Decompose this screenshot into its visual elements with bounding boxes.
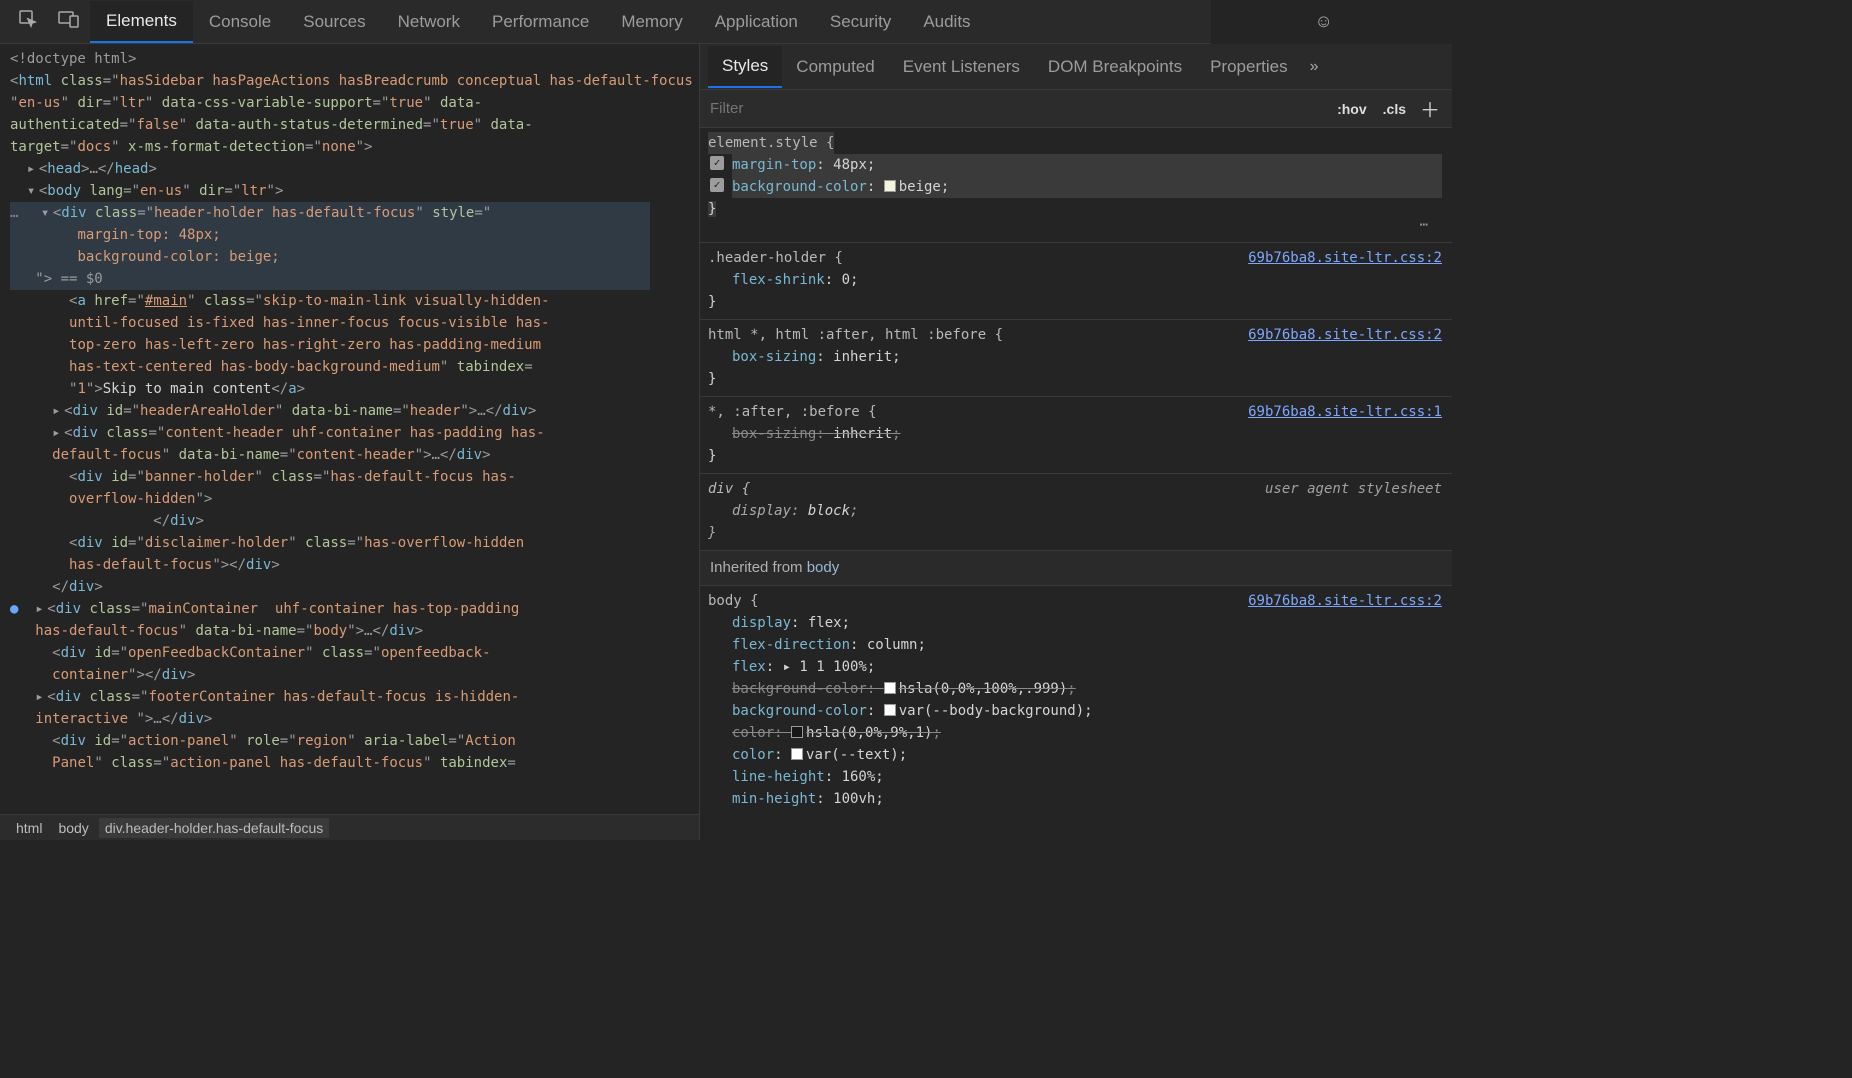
selector-text: element.style { [708,132,834,154]
selector-text: *, :after, :before { [708,401,877,423]
more-tabs-icon[interactable]: » [1302,58,1327,76]
doctype-node[interactable]: <!doctype html> [10,51,136,67]
css-property[interactable]: min-height: 100vh; [732,788,1442,810]
selector-text: body { [708,590,759,612]
color-swatch[interactable] [884,180,896,192]
css-property-overridden[interactable]: box-sizing: inherit; [732,423,1442,445]
feedback-icon[interactable]: ☺ [1314,11,1332,32]
inherited-from-header: Inherited from body [700,550,1452,585]
tab-security[interactable]: Security [814,2,907,42]
tab-performance[interactable]: Performance [476,2,605,42]
device-toggle-icon[interactable] [48,4,90,39]
css-rule[interactable]: *, :after, :before { 69b76ba8.site-ltr.cs… [700,396,1452,473]
property-checkbox[interactable]: ✓ [710,156,724,170]
css-property[interactable]: background-color: var(--body-background)… [732,700,1442,722]
selector-text: .header-holder { [708,247,843,269]
more-icon[interactable]: ⋯ [708,214,1442,236]
tab-audits[interactable]: Audits [907,2,986,42]
expand-toggle[interactable] [52,422,64,444]
sidebar-tab-bar: Styles Computed Event Listeners DOM Brea… [700,44,1452,90]
css-property-overridden[interactable]: color: hsla(0,0%,9%,1); [732,722,1442,744]
css-property[interactable]: color: var(--text); [732,744,1442,766]
source-link[interactable]: 69b76ba8.site-ltr.css:1 [1248,401,1442,423]
main-tab-bar: Elements Console Sources Network Perform… [0,0,1452,44]
selector-text: html *, html :after, html :before { [708,324,1003,346]
tab-dom-breakpoints[interactable]: DOM Breakpoints [1034,47,1196,87]
dom-breadcrumbs: html body div.header-holder.has-default-… [0,814,699,840]
user-agent-label: user agent stylesheet [1265,478,1442,500]
expand-toggle[interactable] [27,180,39,202]
inspect-icon[interactable] [8,3,48,40]
color-swatch[interactable] [791,748,803,760]
tab-computed[interactable]: Computed [782,47,888,87]
selected-dom-node[interactable]: … <div class="header-holder has-default-… [10,202,650,290]
tab-elements[interactable]: Elements [90,1,193,43]
css-rule-user-agent[interactable]: div { user agent stylesheet display: bloc… [700,473,1452,550]
tab-sources[interactable]: Sources [287,2,381,42]
expand-toggle[interactable] [35,598,47,620]
tab-styles[interactable]: Styles [708,46,782,88]
tab-application[interactable]: Application [699,2,814,42]
expand-toggle[interactable] [41,202,53,224]
css-property[interactable]: display: block; [732,500,1442,522]
css-rule[interactable]: body { 69b76ba8.site-ltr.css:2 display: f… [700,585,1452,816]
styles-rules-list[interactable]: element.style { ✓margin-top: 48px; ✓back… [700,128,1452,840]
expand-toggle[interactable] [35,686,47,708]
tab-memory[interactable]: Memory [605,2,698,42]
styles-filter-bar: :hov .cls ＋ [700,90,1452,128]
property-checkbox[interactable]: ✓ [710,178,724,192]
css-property[interactable]: box-sizing: inherit; [732,346,1442,368]
css-property[interactable]: flex-direction: column; [732,634,1442,656]
expand-toggle[interactable] [52,400,64,422]
css-rule[interactable]: html *, html :after, html :before { 69b76… [700,319,1452,396]
source-link[interactable]: 69b76ba8.site-ltr.css:2 [1248,590,1442,612]
crumb-body[interactable]: body [52,818,94,838]
css-property-overridden[interactable]: background-color: hsla(0,0%,100%,.999); [732,678,1442,700]
dom-tree[interactable]: <!doctype html> <html class="hasSidebar … [0,44,699,814]
css-property[interactable]: line-height: 160%; [732,766,1442,788]
tab-network[interactable]: Network [382,2,476,42]
styles-filter-input[interactable] [710,100,1329,117]
tab-properties[interactable]: Properties [1196,47,1301,87]
source-link[interactable]: 69b76ba8.site-ltr.css:2 [1248,247,1442,269]
css-property[interactable]: flex: ▸ 1 1 100%; [732,656,1442,678]
expand-toggle[interactable] [27,158,39,180]
css-rule[interactable]: .header-holder {69b76ba8.site-ltr.css:2 … [700,242,1452,319]
tab-console[interactable]: Console [193,2,287,42]
cls-toggle[interactable]: .cls [1375,99,1414,119]
css-property[interactable]: display: flex; [732,612,1442,634]
source-link[interactable]: 69b76ba8.site-ltr.css:2 [1248,324,1442,346]
css-property[interactable]: ✓margin-top: 48px; [732,154,1442,176]
styles-panel: Styles Computed Event Listeners DOM Brea… [700,44,1452,840]
rule-element-style[interactable]: element.style { ✓margin-top: 48px; ✓back… [700,128,1452,242]
color-swatch[interactable] [884,682,896,694]
tab-event-listeners[interactable]: Event Listeners [889,47,1034,87]
crumb-selected[interactable]: div.header-holder.has-default-focus [99,818,329,838]
css-property[interactable]: flex-shrink: 0; [732,269,1442,291]
color-swatch[interactable] [884,704,896,716]
selector-text: div { [708,478,750,500]
css-property[interactable]: ✓background-color: beige; [732,176,1442,198]
crumb-html[interactable]: html [10,818,48,838]
hov-toggle[interactable]: :hov [1329,99,1375,119]
color-swatch[interactable] [791,726,803,738]
new-style-rule-button[interactable]: ＋ [1414,94,1442,123]
elements-panel: <!doctype html> <html class="hasSidebar … [0,44,700,840]
